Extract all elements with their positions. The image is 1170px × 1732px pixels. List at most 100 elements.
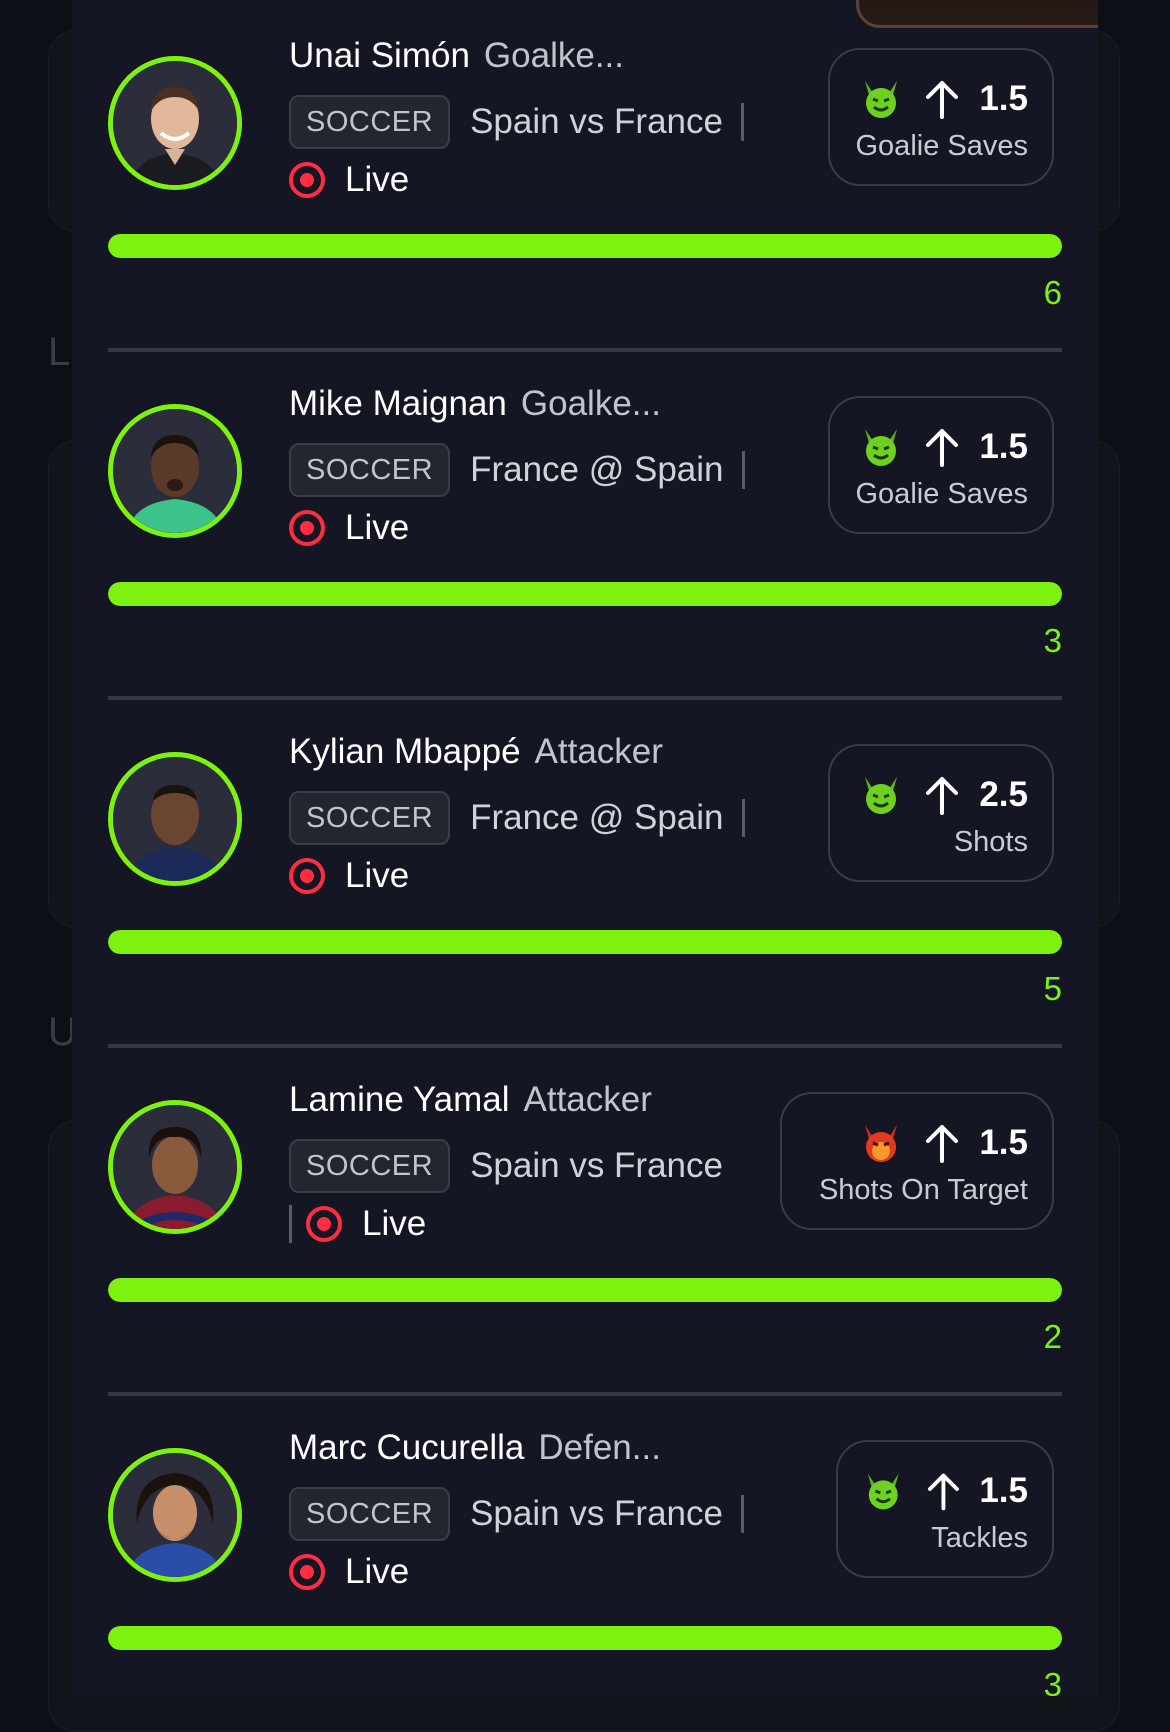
player-name-line: Marc Cucurella Defen... [289, 1428, 661, 1468]
arrow-up-icon [926, 81, 959, 119]
player-name-line: Lamine Yamal Attacker [289, 1080, 652, 1120]
progress-bar [108, 234, 1062, 258]
sport-badge: SOCCER [289, 791, 451, 845]
arrow-up-icon [926, 1125, 959, 1163]
current-stat-value: 3 [1043, 1666, 1062, 1696]
live-label: Live [345, 1552, 410, 1591]
pick-row[interactable]: Lamine Yamal Attacker SOCCER Spain vs Fra… [72, 1044, 1098, 1396]
pick-row[interactable]: Mike Maignan Goalke... SOCCER France @ Sp… [72, 348, 1098, 700]
player-photo [113, 1105, 237, 1229]
green-devil-icon [865, 429, 898, 466]
sport-badge: SOCCER [289, 1139, 451, 1193]
green-devil-icon [865, 81, 898, 118]
background-heading: L [48, 330, 71, 374]
live-record-icon [289, 162, 325, 198]
current-stat-value: 6 [1043, 274, 1062, 311]
prop-card[interactable]: 1.5 Tackles [836, 1440, 1054, 1578]
current-stat-value: 5 [1043, 970, 1062, 1007]
separator [741, 799, 745, 837]
prop-stat: Goalie Saves [855, 130, 1029, 162]
progress-fill [108, 234, 1062, 258]
player-position: Attacker [523, 1080, 652, 1119]
separator [741, 451, 745, 489]
live-record-icon [289, 858, 325, 894]
player-name: Unai Simón [289, 36, 470, 75]
entry-picks-sheet: Unai Simón Goalke... SOCCER Spain vs Fran… [72, 0, 1098, 1696]
green-devil-icon [867, 1473, 899, 1510]
separator [289, 1205, 292, 1243]
live-record-icon [289, 1554, 325, 1590]
prop-card[interactable]: 1.5 Shots On Target [780, 1092, 1054, 1230]
prop-stat: Shots [953, 826, 1028, 858]
current-stat-value: 2 [1043, 1318, 1062, 1355]
player-position: Attacker [534, 732, 663, 771]
arrow-up-icon [927, 1473, 959, 1511]
player-position: Goalke... [520, 384, 661, 423]
player-avatar [108, 1448, 242, 1582]
live-status: Live [289, 506, 409, 550]
arrow-up-icon [926, 777, 959, 815]
sport-badge: SOCCER [289, 443, 451, 497]
matchup-text: France @ Spain [470, 450, 724, 489]
progress-fill [108, 1626, 1062, 1650]
prop-card[interactable]: 2.5 Shots [828, 744, 1054, 882]
live-status: Live [289, 854, 409, 898]
player-name-line: Kylian Mbappé Attacker [289, 732, 663, 772]
prop-line: 1.5 [979, 1123, 1028, 1162]
matchup-text: Spain vs France [470, 1494, 723, 1533]
player-photo [113, 1453, 237, 1577]
progress-bar [108, 930, 1062, 954]
progress-bar [108, 1278, 1062, 1302]
matchup-text: Spain vs France [470, 102, 723, 141]
live-label: Live [345, 160, 410, 199]
prop-line: 2.5 [979, 775, 1028, 814]
live-label: Live [345, 508, 410, 547]
live-status: Live [289, 1202, 426, 1246]
prop-line: 1.5 [979, 79, 1028, 118]
separator [740, 1495, 744, 1533]
game-meta: SOCCER France @ Spain [289, 442, 745, 498]
prop-stat: Shots On Target [818, 1174, 1028, 1206]
live-label: Live [345, 856, 410, 895]
pick-row[interactable]: Unai Simón Goalke... SOCCER Spain vs Fran… [72, 0, 1098, 352]
player-photo [113, 61, 237, 185]
player-name: Mike Maignan [289, 384, 507, 423]
player-photo [113, 409, 237, 533]
current-stat-value: 3 [1043, 622, 1062, 659]
prop-card[interactable]: 1.5 Goalie Saves [828, 48, 1054, 186]
progress-fill [108, 582, 1062, 606]
player-name-line: Mike Maignan Goalke... [289, 384, 661, 424]
live-record-icon [289, 510, 325, 546]
player-photo [113, 757, 237, 881]
red-devil-icon [865, 1125, 898, 1162]
green-devil-icon [865, 777, 898, 814]
pick-row[interactable]: Kylian Mbappé Attacker SOCCER France @ Sp… [72, 696, 1098, 1048]
game-meta: SOCCER Spain vs France [289, 1138, 723, 1194]
player-avatar [108, 56, 242, 190]
prop-line: 1.5 [979, 427, 1028, 466]
prop-line: 1.5 [979, 1471, 1028, 1510]
game-meta: SOCCER Spain vs France [289, 1486, 744, 1542]
player-name: Lamine Yamal [289, 1080, 510, 1119]
separator [740, 103, 744, 141]
live-status: Live [289, 1550, 409, 1594]
matchup-text: France @ Spain [470, 798, 724, 837]
player-name: Marc Cucurella [289, 1428, 525, 1467]
player-position: Goalke... [483, 36, 624, 75]
game-meta: SOCCER Spain vs France [289, 94, 744, 150]
player-avatar [108, 1100, 242, 1234]
player-avatar [108, 752, 242, 886]
player-name: Kylian Mbappé [289, 732, 521, 771]
progress-fill [108, 930, 1062, 954]
progress-bar [108, 582, 1062, 606]
live-record-icon [306, 1206, 342, 1242]
prop-card[interactable]: 1.5 Goalie Saves [828, 396, 1054, 534]
game-meta: SOCCER France @ Spain [289, 790, 745, 846]
progress-fill [108, 1278, 1062, 1302]
prop-stat: Tackles [931, 1522, 1028, 1554]
pick-row[interactable]: Marc Cucurella Defen... SOCCER Spain vs F… [72, 1392, 1098, 1696]
live-label: Live [362, 1204, 427, 1243]
sport-badge: SOCCER [289, 95, 451, 149]
sport-badge: SOCCER [289, 1487, 451, 1541]
player-avatar [108, 404, 242, 538]
